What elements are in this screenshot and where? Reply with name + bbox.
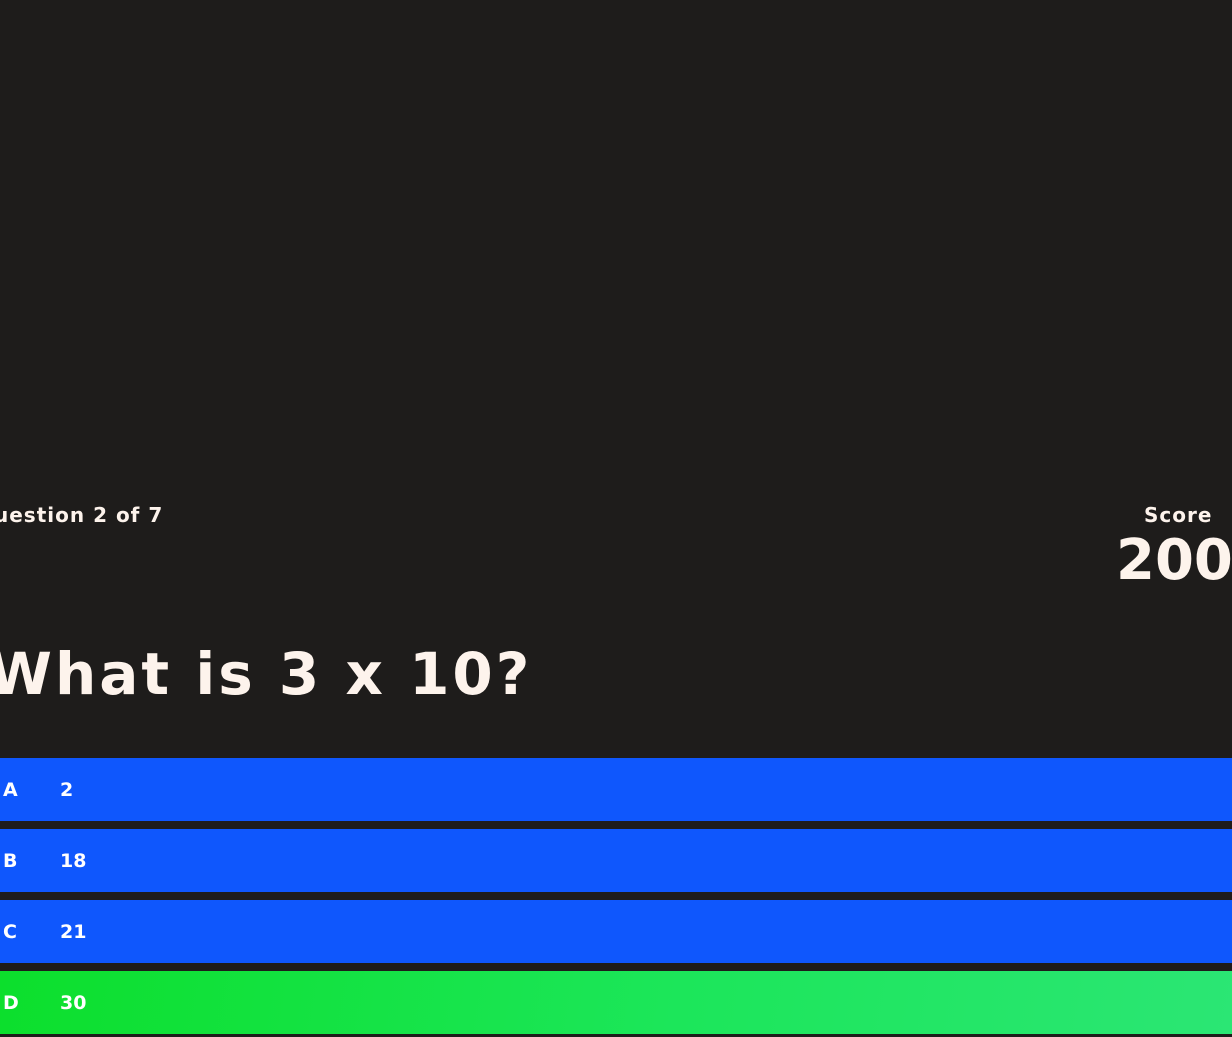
- answer-option-b[interactable]: B 18: [0, 829, 1232, 892]
- answer-option-a[interactable]: A 2: [0, 758, 1232, 821]
- answer-text: 21: [60, 920, 87, 943]
- answer-list: A 2 B 18 C 21 D 30: [0, 758, 1232, 1037]
- score-value: 200: [1116, 528, 1232, 593]
- answer-letter: A: [3, 778, 18, 801]
- answer-letter: B: [3, 849, 18, 872]
- answer-letter: D: [3, 991, 19, 1014]
- answer-letter: C: [3, 920, 17, 943]
- answer-option-d[interactable]: D 30: [0, 971, 1232, 1034]
- answer-text: 2: [60, 778, 74, 801]
- answer-text: 18: [60, 849, 87, 872]
- score-panel: Score 200: [1116, 503, 1232, 589]
- answer-option-c[interactable]: C 21: [0, 900, 1232, 963]
- quiz-screen: Question 2 of 7 Score 200 What is 3 x 10…: [0, 0, 1232, 1037]
- question-text: What is 3 x 10?: [0, 640, 533, 708]
- answer-text: 30: [60, 991, 87, 1014]
- question-progress: Question 2 of 7: [0, 503, 164, 527]
- score-label: Score: [1144, 503, 1213, 527]
